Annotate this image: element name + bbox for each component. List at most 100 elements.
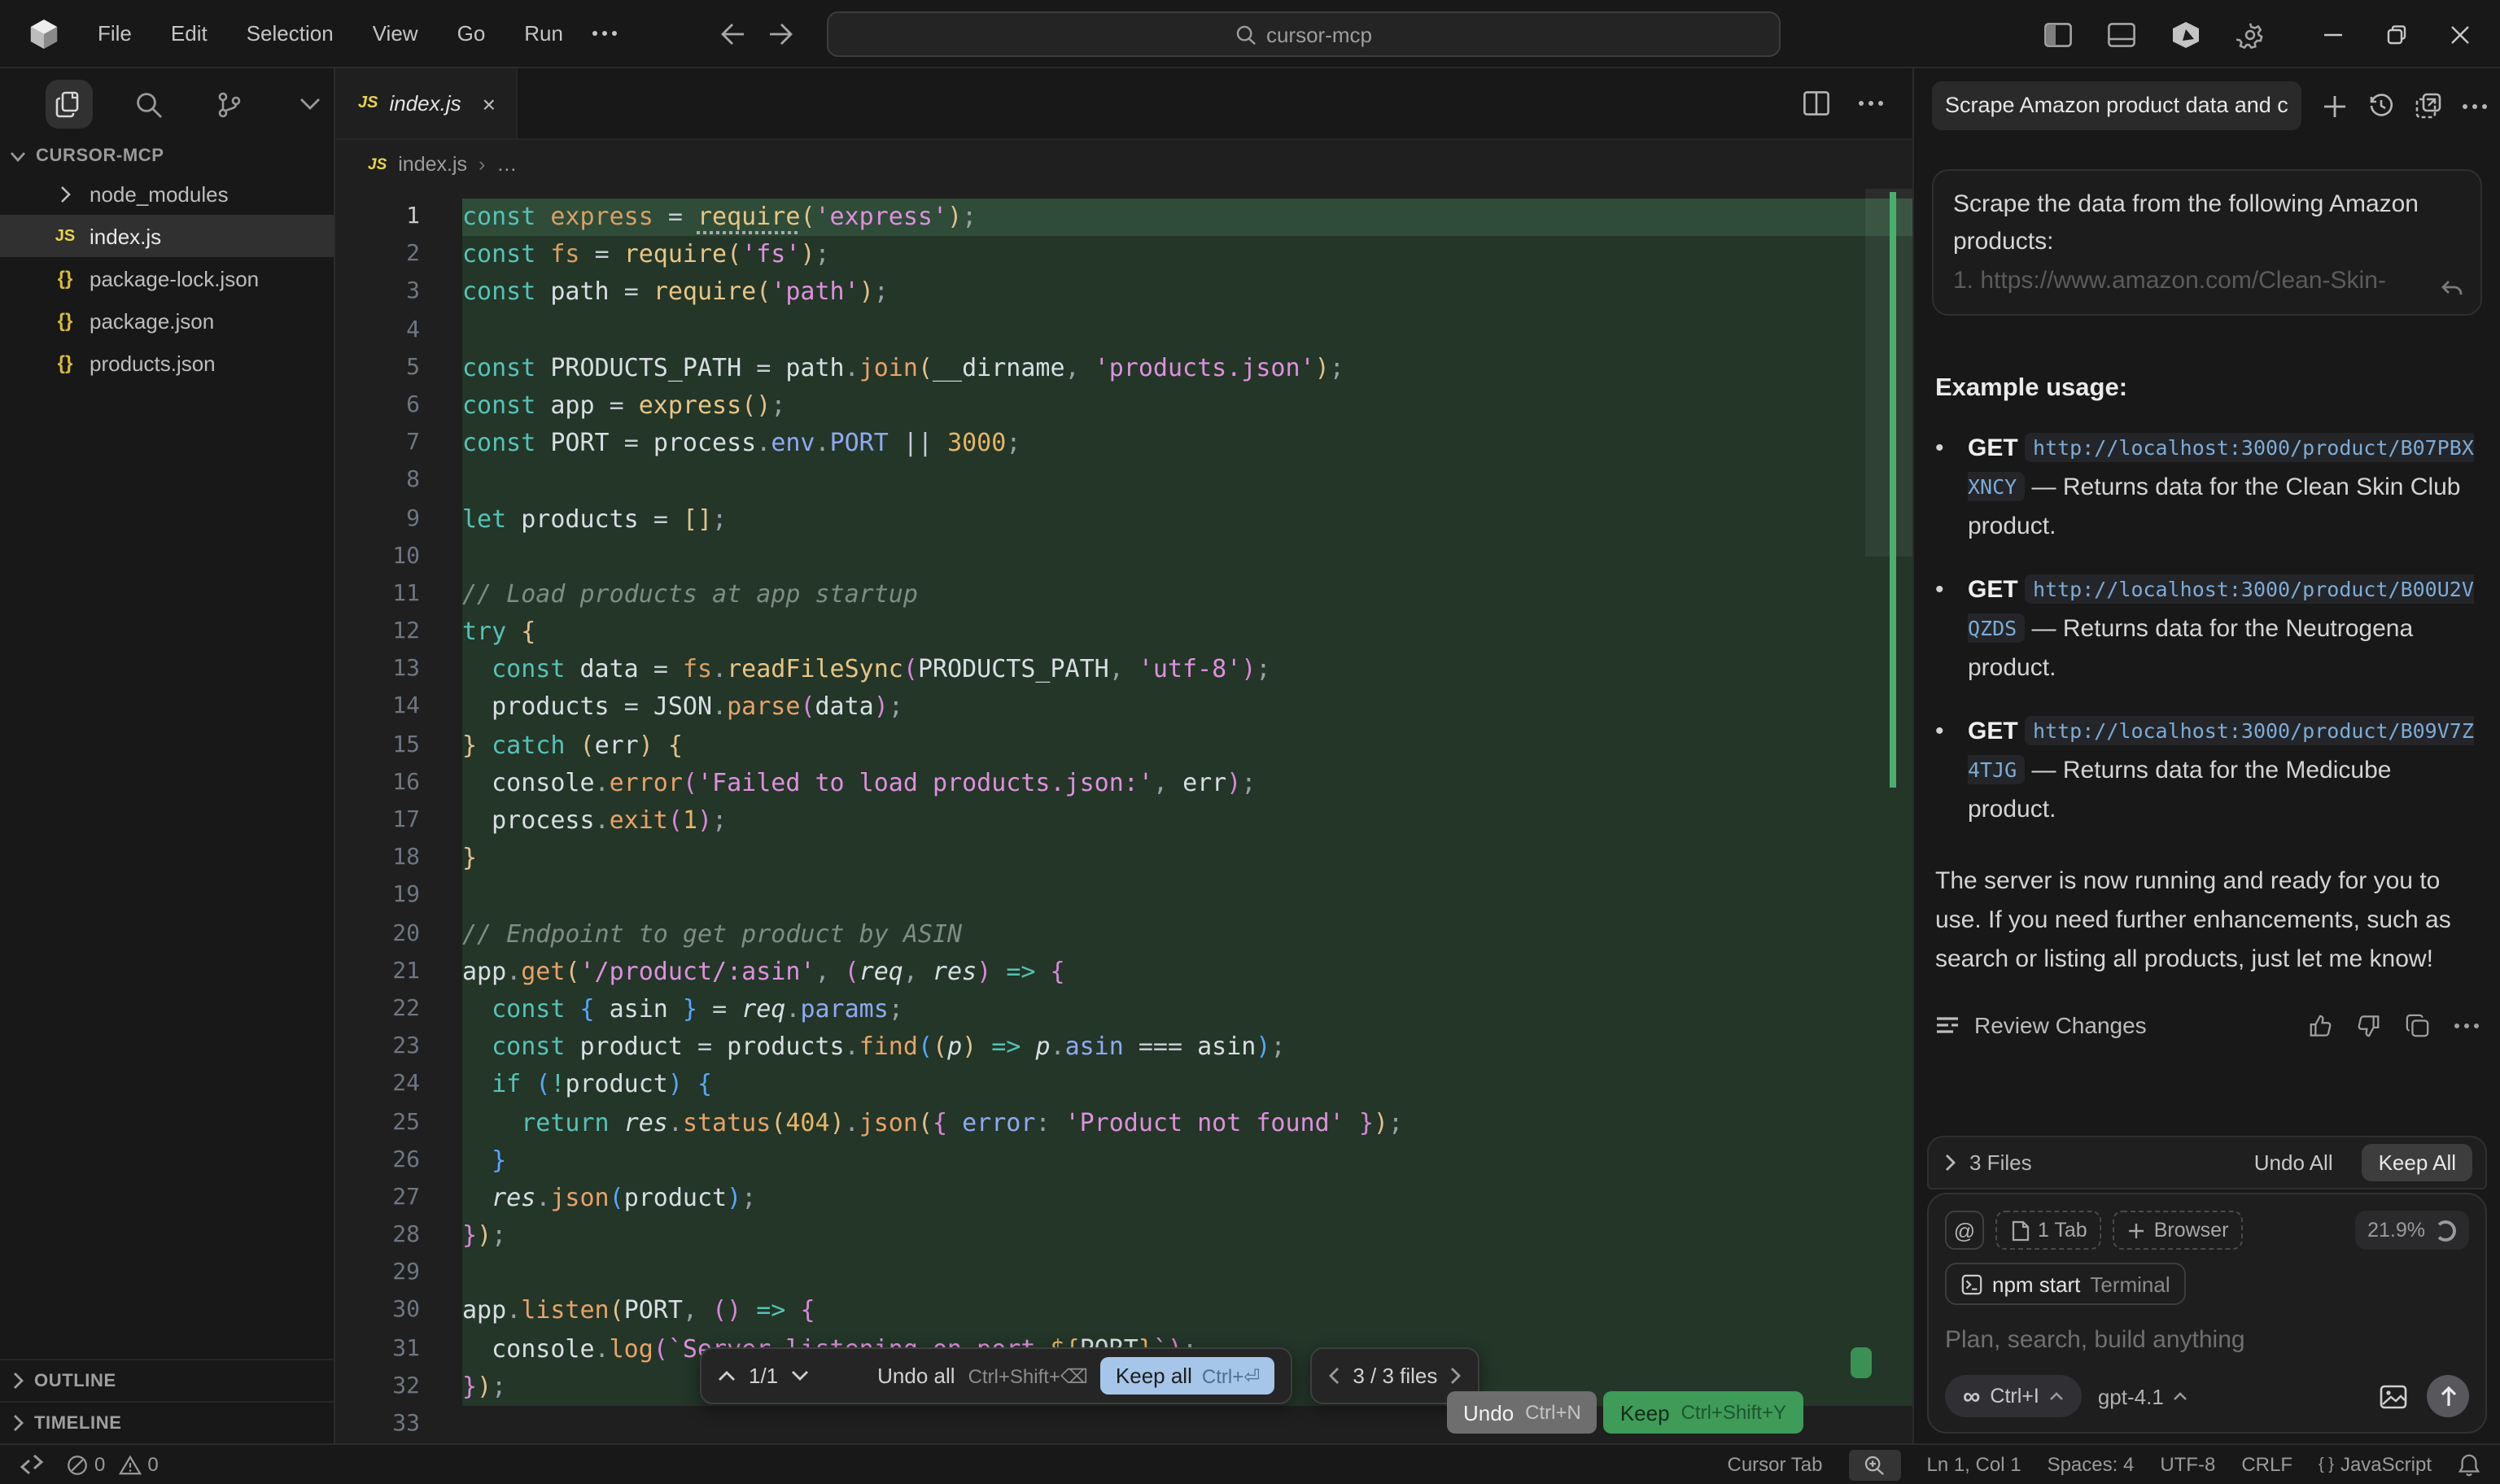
code-line[interactable]: 22 const { asin } = req.params; [335, 991, 1912, 1028]
code-line[interactable]: 12try { [335, 613, 1912, 651]
add-context-button[interactable]: @ [1945, 1211, 1984, 1250]
breadcrumb[interactable]: JS index.js › … [335, 140, 1912, 189]
code-line[interactable]: 14 products = JSON.parse(data); [335, 689, 1912, 727]
code-line[interactable]: 16 console.error('Failed to load product… [335, 765, 1912, 802]
menu-run[interactable]: Run [508, 15, 579, 52]
chevron-right-icon[interactable] [1450, 1367, 1462, 1385]
context-usage-indicator[interactable]: 21.9% [2354, 1211, 2469, 1250]
menu-view[interactable]: View [356, 15, 435, 52]
split-editor-icon[interactable] [1803, 91, 1829, 116]
remote-indicator-icon[interactable] [20, 1454, 44, 1475]
code-line[interactable]: 18} [335, 840, 1912, 877]
model-selector[interactable]: gpt-4.1 [2098, 1384, 2188, 1408]
browser-context-chip[interactable]: Browser [2113, 1211, 2244, 1250]
code-line[interactable]: 26 } [335, 1141, 1912, 1179]
zoom-indicator[interactable] [1848, 1449, 1900, 1480]
menu-overflow-icon[interactable] [579, 24, 630, 42]
terminal-context-chip[interactable]: npm start Terminal [1945, 1263, 2187, 1305]
keep-all-files-button[interactable]: Keep All [2362, 1144, 2472, 1181]
menu-edit[interactable]: Edit [155, 15, 224, 52]
scrollbar-thumb[interactable] [1865, 189, 1912, 556]
cursor-ai-pane-icon[interactable] [2171, 20, 2201, 48]
settings-gear-icon[interactable] [2236, 20, 2264, 48]
code-line[interactable]: 23 const product = products.find((p) => … [335, 1028, 1912, 1066]
code-line[interactable]: 29 [335, 1255, 1912, 1293]
code-line[interactable]: 6const app = express(); [335, 387, 1912, 425]
explorer-view-icon[interactable] [46, 80, 94, 129]
search-view-icon[interactable] [126, 80, 174, 129]
send-button[interactable] [2427, 1375, 2469, 1417]
restore-checkpoint-icon[interactable] [2440, 279, 2464, 300]
menu-selection[interactable]: Selection [230, 15, 350, 52]
open-in-editor-icon[interactable] [2415, 93, 2441, 119]
code-line[interactable]: 30app.listen(PORT, () => { [335, 1293, 1912, 1330]
keep-all-button[interactable]: Keep all Ctrl+⏎ [1101, 1357, 1274, 1395]
thumbs-up-icon[interactable] [2308, 1014, 2332, 1038]
code-line[interactable]: 20// Endpoint to get product by ASIN [335, 915, 1912, 953]
message-more-icon[interactable] [2454, 1024, 2479, 1028]
code-line[interactable]: 19 [335, 878, 1912, 915]
toggle-sidebar-icon[interactable] [2044, 22, 2072, 46]
chevron-down-icon[interactable] [791, 1370, 809, 1381]
tab-index-js[interactable]: JS index.js × [335, 68, 517, 138]
code-line[interactable]: 13 const data = fs.readFileSync(PRODUCTS… [335, 652, 1912, 689]
code-line[interactable]: 11// Load products at app startup [335, 576, 1912, 613]
attach-image-icon[interactable] [2380, 1384, 2407, 1408]
files-count-label[interactable]: 3 Files [1969, 1150, 2032, 1175]
problems-indicator[interactable]: 0 0 [67, 1453, 159, 1476]
code-line[interactable]: 10 [335, 538, 1912, 575]
explorer-item-node_modules[interactable]: node_modules [0, 172, 334, 215]
explorer-item-products.json[interactable]: {}products.json [0, 342, 334, 384]
user-message-card[interactable]: Scrape the data from the following Amazo… [1932, 169, 2482, 315]
chat-more-icon[interactable] [2463, 103, 2487, 108]
back-arrow-icon[interactable] [719, 23, 745, 46]
toggle-panel-icon[interactable] [2108, 22, 2135, 46]
menu-file[interactable]: File [81, 15, 148, 52]
outline-section[interactable]: OUTLINE [0, 1359, 334, 1401]
code-editor[interactable]: 1const express = require('express');2con… [335, 189, 1912, 1443]
chevron-right-icon[interactable] [1945, 1154, 1956, 1172]
explorer-item-package-lock.json[interactable]: {}package-lock.json [0, 257, 334, 299]
keep-button[interactable]: Keep Ctrl+Shift+Y [1604, 1391, 1803, 1434]
thumbs-down-icon[interactable] [2357, 1014, 2381, 1038]
code-line[interactable]: 4 [335, 312, 1912, 349]
eol-status[interactable]: CRLF [2241, 1453, 2292, 1476]
window-restore-icon[interactable] [2386, 24, 2407, 45]
timeline-section[interactable]: TIMELINE [0, 1401, 334, 1443]
code-line[interactable]: 7const PORT = process.env.PORT || 3000; [335, 425, 1912, 462]
encoding-status[interactable]: UTF-8 [2160, 1453, 2215, 1476]
code-line[interactable]: 28}); [335, 1217, 1912, 1255]
notifications-bell-icon[interactable] [2458, 1452, 2480, 1477]
code-line[interactable]: 21app.get('/product/:asin', (req, res) =… [335, 954, 1912, 991]
code-line[interactable]: 25 return res.status(404).json({ error: … [335, 1104, 1912, 1141]
editor-more-actions-icon[interactable] [1859, 101, 1883, 106]
cursor-tab-status[interactable]: Cursor Tab [1728, 1453, 1823, 1476]
forward-arrow-icon[interactable] [768, 23, 794, 46]
code-line[interactable]: 15} catch (err) { [335, 727, 1912, 764]
language-mode-status[interactable]: { } JavaScript [2319, 1453, 2432, 1476]
composer-input-placeholder[interactable]: Plan, search, build anything [1945, 1326, 2469, 1354]
code-line[interactable]: 9let products = []; [335, 500, 1912, 538]
command-center-search[interactable]: cursor-mcp [827, 11, 1781, 57]
code-line[interactable]: 1const express = require('express'); [335, 199, 1912, 236]
indentation-status[interactable]: Spaces: 4 [2048, 1453, 2135, 1476]
explorer-root-folder[interactable]: CURSOR-MCP [0, 140, 334, 172]
copy-icon[interactable] [2406, 1014, 2430, 1038]
agent-mode-selector[interactable]: ∞ Ctrl+I [1945, 1375, 2082, 1417]
tab-context-chip[interactable]: 1 Tab [1995, 1211, 2102, 1250]
code-line[interactable]: 2const fs = require('fs'); [335, 236, 1912, 273]
code-line[interactable]: 27 res.json(product); [335, 1180, 1912, 1217]
history-icon[interactable] [2368, 93, 2394, 119]
code-line[interactable]: 24 if (!product) { [335, 1067, 1912, 1104]
chat-composer[interactable]: @ 1 Tab Browser 21.9% [1927, 1193, 2487, 1434]
source-control-icon[interactable] [206, 80, 254, 129]
chevron-left-icon[interactable] [1328, 1367, 1340, 1385]
chevron-up-icon[interactable] [718, 1370, 736, 1381]
undo-all-files-button[interactable]: Undo All [2254, 1150, 2333, 1175]
code-line[interactable]: 17 process.exit(1); [335, 802, 1912, 840]
cursor-position-status[interactable]: Ln 1, Col 1 [1926, 1453, 2021, 1476]
code-line[interactable]: 5const PRODUCTS_PATH = path.join(__dirna… [335, 350, 1912, 387]
review-changes-label[interactable]: Review Changes [1974, 1013, 2147, 1039]
views-chevron-icon[interactable] [286, 80, 334, 129]
window-close-icon[interactable] [2450, 24, 2471, 45]
